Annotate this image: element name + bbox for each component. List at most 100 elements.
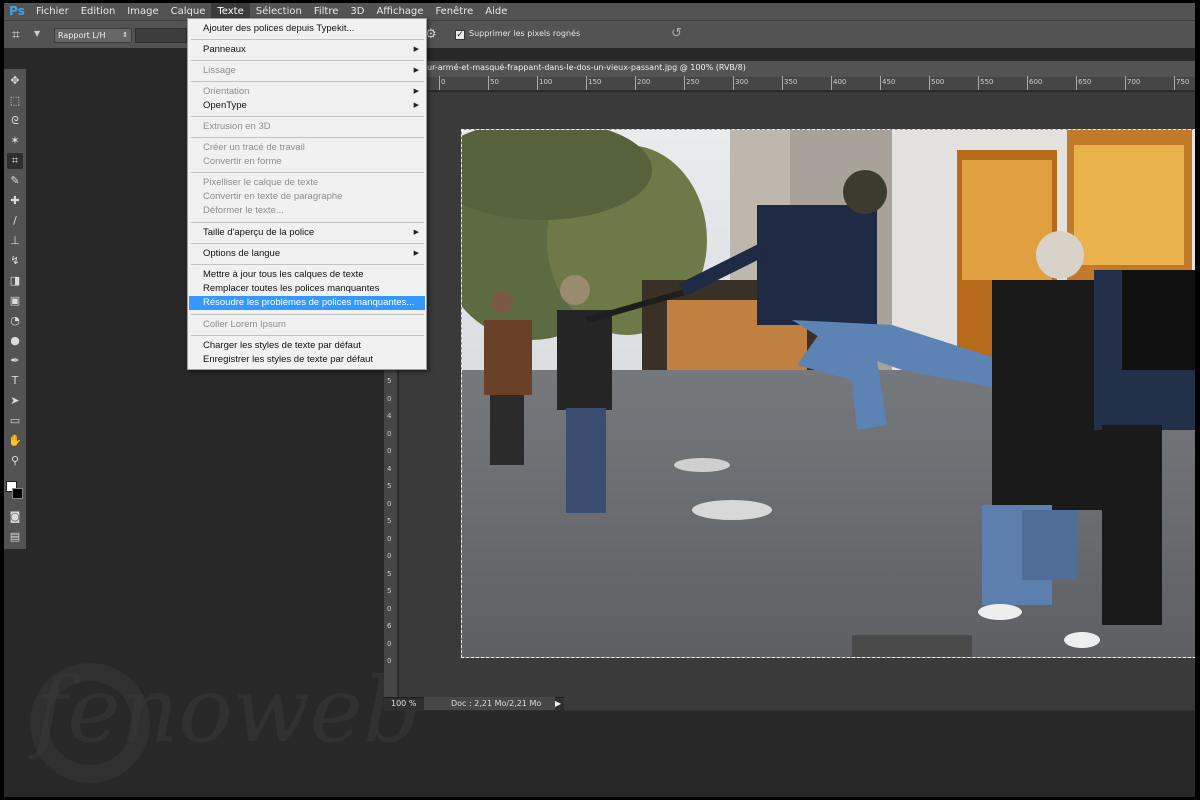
menu-option-creer-trace[interactable]: Créer un tracé de travail [189,141,425,155]
menu-option-panneaux[interactable]: Panneaux ▶ [189,43,425,57]
menu-option-label: Déformer le texte... [203,205,284,216]
lasso-tool-icon[interactable]: ᘓ [7,113,23,129]
menu-option-convertir-paragraphe[interactable]: Convertir en texte de paragraphe [189,190,425,204]
menu-fichier[interactable]: Fichier [30,3,75,20]
ruler-left-label: 5 [387,569,392,578]
hand-tool-icon[interactable]: ✋ [7,433,23,449]
menu-option-label: Lissage [203,65,236,76]
crop-icon[interactable]: ⌗ [12,27,30,43]
menu-option-label: Résoudre les problèmes de polices manqua… [203,297,415,308]
healing-tool-icon[interactable]: ✚ [7,193,23,209]
menu-option-orientation[interactable]: Orientation ▶ [189,85,425,99]
menu-separator [191,172,424,173]
menu-separator [191,222,424,223]
brush-tool-icon[interactable]: / [7,213,23,229]
delete-pixels-checkbox[interactable]: ✓ [455,30,465,40]
menu-option-resoudre-polices[interactable]: Résoudre les problèmes de polices manqua… [189,296,425,310]
ruler-top-label: 500 [931,78,945,86]
menu-image[interactable]: Image [121,3,164,20]
ruler-left-label: 5 [387,377,392,385]
ratio-select-value: Rapport L/H [58,31,106,40]
menu-option-remplacer-polices[interactable]: Remplacer toutes les polices manquantes [189,282,425,296]
menu-option-label: Ajouter des polices depuis Typekit... [203,23,355,34]
ruler-tick [684,76,685,90]
menu-edition[interactable]: Edition [75,3,122,20]
type-tool-icon[interactable]: T [7,373,23,389]
screen-mode-icon[interactable]: ▤ [7,529,23,545]
ruler-top-label: 300 [735,78,749,86]
ratio-width-input[interactable] [135,28,187,43]
menu-separator [191,81,424,82]
gradient-tool-icon[interactable]: ▣ [7,293,23,309]
ratio-select[interactable]: Rapport L/H ⇕ [54,28,132,43]
texte-dropdown-menu: Ajouter des polices depuis Typekit... Pa… [187,18,427,370]
ruler-left-label: 0 [387,657,392,665]
menu-option-mettre-a-jour[interactable]: Mettre à jour tous les calques de texte [189,268,425,282]
menu-option-label: Panneaux [203,44,246,55]
quick-mask-icon[interactable]: ◙ [7,509,23,525]
ruler-top-label: 0 [441,78,446,86]
tool-preset-arrow-icon[interactable]: ▼ [34,29,40,38]
history-brush-tool-icon[interactable]: ↯ [7,253,23,269]
background-color-swatch[interactable] [12,488,23,499]
ruler-tick [635,76,636,90]
marquee-tool-icon[interactable]: ⬚ [7,93,23,109]
move-tool-icon[interactable]: ✥ [7,73,23,89]
canvas-photo[interactable] [461,129,1195,658]
menu-aide[interactable]: Aide [479,3,513,20]
menu-option-opentype[interactable]: OpenType ▶ [189,99,425,113]
ruler-tick [537,76,538,90]
pen-tool-icon[interactable]: ✒ [7,353,23,369]
shape-tool-icon[interactable]: ▭ [7,413,23,429]
dodge-tool-icon[interactable]: ● [7,333,23,349]
menu-option-pixelliser[interactable]: Pixelliser le calque de texte [189,176,425,190]
reset-icon[interactable]: ↺ [671,26,682,41]
ruler-left-label: 5 [387,587,392,595]
ruler-tick [733,76,734,90]
ruler-top-label: 250 [686,78,700,86]
blur-tool-icon[interactable]: ◔ [7,313,23,329]
menu-option-enregistrer-styles[interactable]: Enregistrer les styles de texte par défa… [189,353,425,367]
ruler-top-label: 150 [588,78,602,86]
menu-option-lorem-ipsum[interactable]: Coller Lorem Ipsum [189,318,425,332]
zoom-value[interactable]: 100 % [391,699,416,708]
submenu-arrow-icon: ▶ [413,229,419,236]
ruler-left-label: 0 [387,534,392,543]
menu-option-label: Enregistrer les styles de texte par défa… [203,354,374,365]
ruler-tick [1027,76,1028,90]
crop-tool-icon[interactable]: ⌗ [7,153,23,169]
zoom-tool-icon[interactable]: ⚲ [7,453,23,469]
magic-wand-tool-icon[interactable]: ✶ [7,133,23,149]
menu-option-extrusion-3d[interactable]: Extrusion en 3D [189,120,425,134]
horizontal-scrollbar[interactable] [564,697,1195,710]
ruler-top-label: 400 [833,78,847,86]
status-menu-arrow-icon[interactable]: ▶ [555,699,561,708]
menu-option-label: Options de langue [203,248,281,259]
ruler-left-label: 6 [387,622,392,630]
ruler-horizontal: -500501001502002503003504004505005506006… [384,76,1195,91]
menu-fenetre[interactable]: Fenêtre [429,3,479,20]
menu-option-taille-apercu[interactable]: Taille d'aperçu de la police ▶ [189,226,425,240]
ruler-tick [880,76,881,90]
ruler-left-label: 5 [387,482,392,490]
menu-option-deformer[interactable]: Déformer le texte... [189,204,425,218]
eyedropper-tool-icon[interactable]: ✎ [7,173,23,189]
menu-option-label: Extrusion en 3D [203,121,271,132]
menu-option-options-langue[interactable]: Options de langue ▶ [189,247,425,261]
menu-separator [191,116,424,117]
stamp-tool-icon[interactable]: ⊥ [7,233,23,249]
menu-separator [191,264,424,265]
ruler-tick [488,76,489,90]
ruler-tick [1174,76,1175,90]
menu-option-convertir-forme[interactable]: Convertir en forme [189,155,425,169]
eraser-tool-icon[interactable]: ◨ [7,273,23,289]
menu-option-lissage[interactable]: Lissage ▶ [189,64,425,78]
path-selection-tool-icon[interactable]: ➤ [7,393,23,409]
ruler-left-label: 4 [387,464,392,473]
ruler-tick [978,76,979,90]
photoshop-window: Ps Fichier Edition Image Calque Texte Sé… [4,3,1195,797]
menu-option-typekit[interactable]: Ajouter des polices depuis Typekit... [189,22,425,36]
ruler-top-label: 550 [980,78,994,86]
ruler-left-label: 0 [387,639,392,648]
menu-option-charger-styles[interactable]: Charger les styles de texte par défaut [189,339,425,353]
